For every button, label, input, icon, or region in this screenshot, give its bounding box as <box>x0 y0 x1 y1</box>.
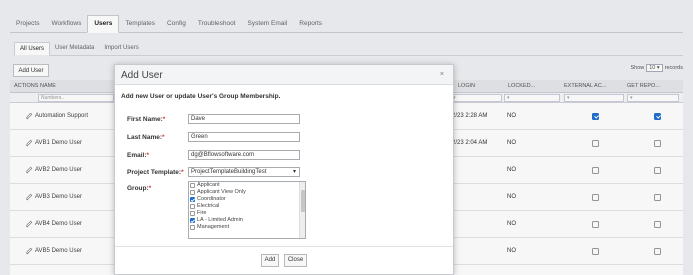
email-input[interactable]: dg@Bflowsoftware.com <box>188 150 300 160</box>
group-option[interactable]: Applicant View Only <box>189 189 305 196</box>
group-option-label: Applicant View Only <box>197 189 246 195</box>
close-icon[interactable]: × <box>440 71 444 78</box>
dialog-header: Add User × <box>115 65 453 85</box>
group-option-label: Applicant <box>197 182 220 188</box>
group-checkbox[interactable] <box>190 225 195 230</box>
group-option[interactable]: Electrical <box>189 203 305 210</box>
group-checkbox[interactable] <box>190 218 195 223</box>
group-label: Group:* <box>127 185 152 192</box>
group-option[interactable]: LA - Limited Admin <box>189 217 305 224</box>
project-template-select[interactable]: ProjectTemplateBuildingTest ▾ <box>188 167 300 177</box>
project-template-label: Project Template:* <box>127 169 184 176</box>
group-checkbox[interactable] <box>190 190 195 195</box>
group-checkbox[interactable] <box>190 204 195 209</box>
group-checkbox[interactable] <box>190 197 195 202</box>
last-name-label: Last Name:* <box>127 134 165 141</box>
add-button[interactable]: Add <box>261 254 279 267</box>
add-user-dialog: Add User × Add new User or update User's… <box>114 64 454 275</box>
close-button[interactable]: Close <box>284 254 307 267</box>
dialog-title: Add User <box>121 70 163 81</box>
first-name-label: First Name:* <box>127 116 166 123</box>
group-option-label: Electrical <box>197 203 220 209</box>
group-option[interactable]: Management <box>189 224 305 231</box>
group-option-label: Coordinator <box>197 196 226 202</box>
group-option-label: Fire <box>197 210 207 216</box>
group-option-label: LA - Limited Admin <box>197 217 243 223</box>
group-checkbox[interactable] <box>190 183 195 188</box>
dialog-footer: Add Close <box>115 246 453 274</box>
last-name-input[interactable]: Green <box>188 132 300 142</box>
group-option[interactable]: Coordinator <box>189 196 305 203</box>
group-checkbox[interactable] <box>190 211 195 216</box>
group-option-label: Management <box>197 224 230 230</box>
first-name-input[interactable]: Dave <box>188 114 300 124</box>
email-label: Email:* <box>127 152 150 159</box>
listbox-scrollbar[interactable] <box>299 182 305 238</box>
group-option[interactable]: Applicant <box>189 182 305 189</box>
group-listbox[interactable]: Applicant Applicant View Only Coordinator E… <box>188 181 306 239</box>
group-option[interactable]: Fire <box>189 210 305 217</box>
dialog-intro: Add new User or update User's Group Memb… <box>121 93 281 100</box>
chevron-down-icon: ▾ <box>292 169 296 175</box>
